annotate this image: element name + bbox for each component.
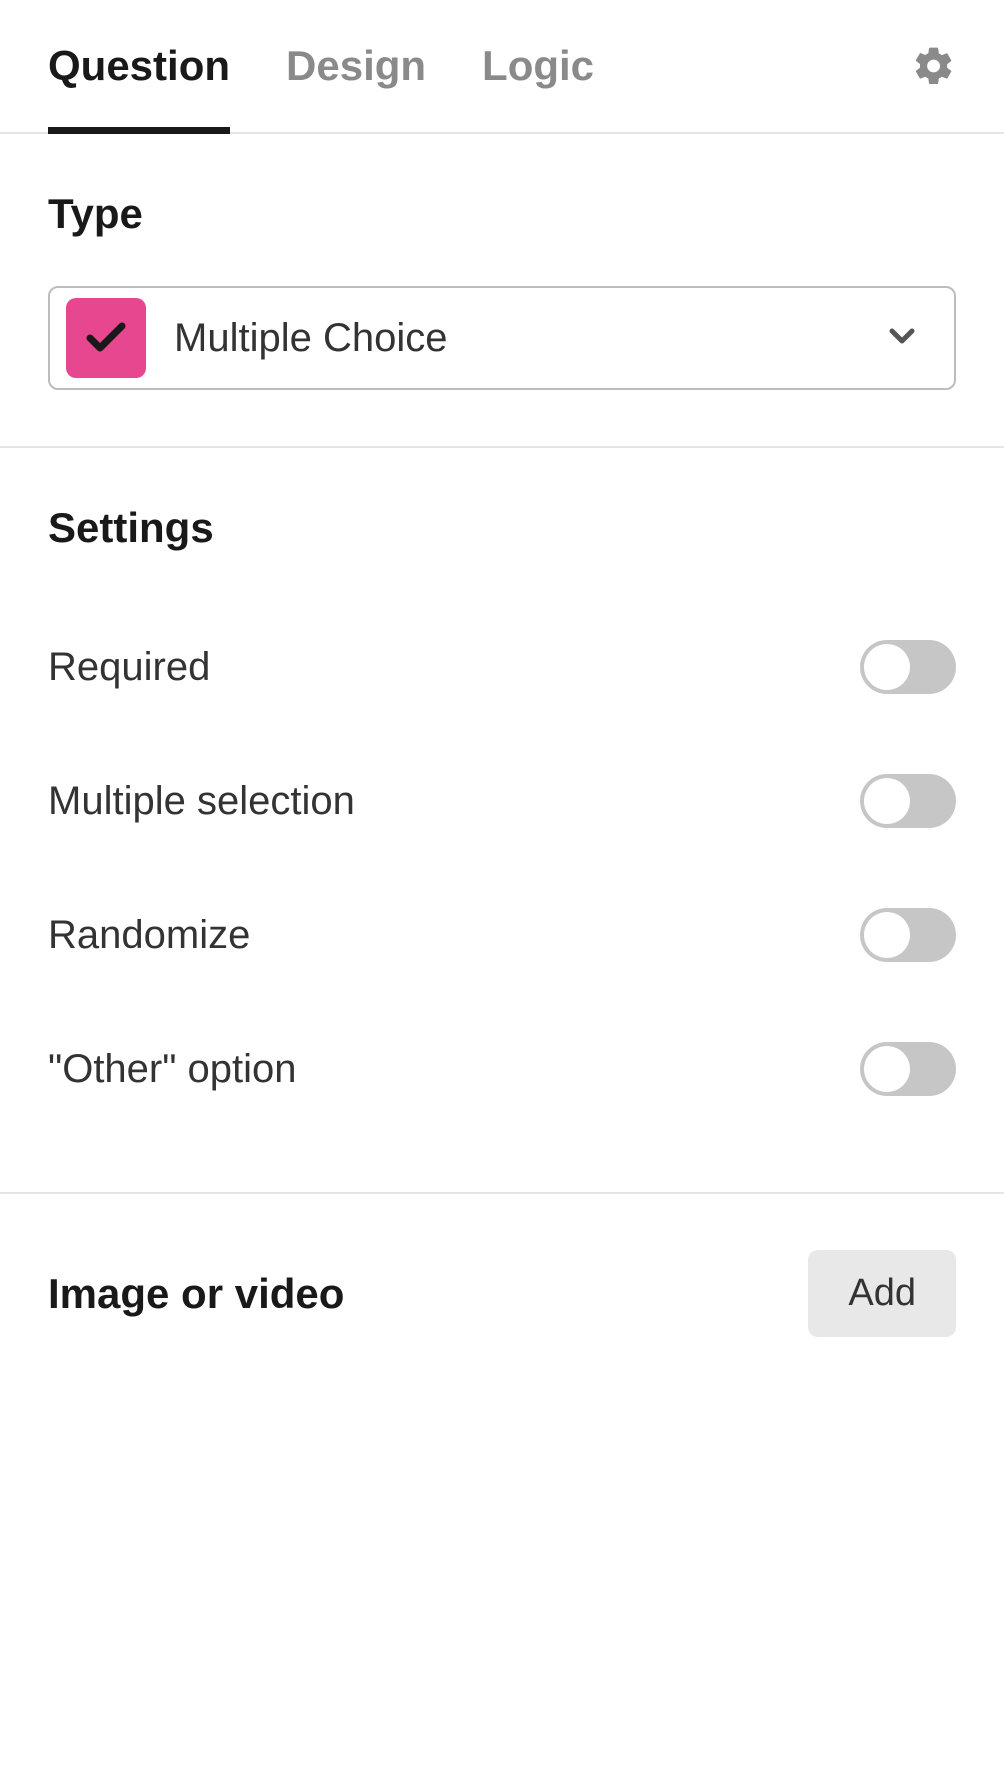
tabs-bar: Question Design Logic	[0, 0, 1004, 134]
settings-heading: Settings	[48, 504, 956, 552]
setting-required-label: Required	[48, 645, 210, 690]
multiple-choice-icon	[66, 298, 146, 378]
setting-multiple-selection-row: Multiple selection	[48, 734, 956, 868]
gear-icon[interactable]	[912, 44, 956, 88]
tab-design-label: Design	[286, 42, 426, 90]
toggle-other-option[interactable]	[860, 1042, 956, 1096]
setting-randomize-row: Randomize	[48, 868, 956, 1002]
tab-question[interactable]: Question	[48, 0, 230, 132]
setting-other-option-row: "Other" option	[48, 1002, 956, 1136]
question-type-selected: Multiple Choice	[174, 316, 854, 361]
toggle-required[interactable]	[860, 640, 956, 694]
tab-logic-label: Logic	[482, 42, 594, 90]
image-or-video-heading: Image or video	[48, 1270, 344, 1318]
question-type-dropdown[interactable]: Multiple Choice	[48, 286, 956, 390]
setting-multiple-selection-label: Multiple selection	[48, 779, 355, 824]
image-or-video-section: Image or video Add	[0, 1194, 1004, 1393]
add-image-or-video-button[interactable]: Add	[808, 1250, 956, 1337]
toggle-randomize[interactable]	[860, 908, 956, 962]
chevron-down-icon	[882, 316, 922, 361]
type-heading: Type	[48, 190, 956, 238]
tab-question-label: Question	[48, 42, 230, 90]
tab-logic[interactable]: Logic	[482, 0, 594, 132]
setting-other-option-label: "Other" option	[48, 1047, 297, 1092]
type-section: Type Multiple Choice	[0, 134, 1004, 448]
setting-required-row: Required	[48, 600, 956, 734]
setting-randomize-label: Randomize	[48, 913, 250, 958]
tab-design[interactable]: Design	[286, 0, 426, 132]
toggle-multiple-selection[interactable]	[860, 774, 956, 828]
settings-section: Settings Required Multiple selection Ran…	[0, 448, 1004, 1194]
